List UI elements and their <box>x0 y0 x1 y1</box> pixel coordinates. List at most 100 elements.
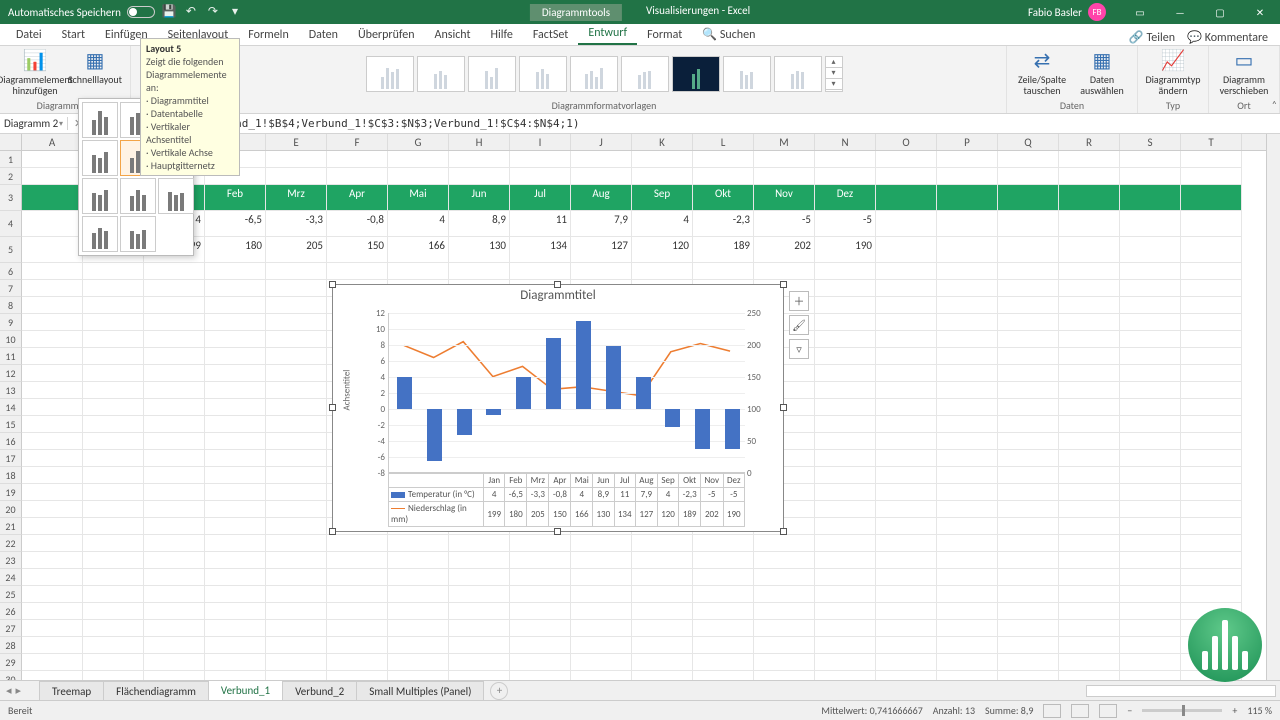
cell[interactable] <box>693 263 754 280</box>
cell[interactable]: Jul <box>510 185 571 211</box>
cell[interactable] <box>327 151 388 168</box>
cell[interactable] <box>1059 620 1120 637</box>
cell[interactable] <box>1059 151 1120 168</box>
cell[interactable] <box>571 637 632 654</box>
cell[interactable] <box>998 552 1059 569</box>
cell[interactable] <box>83 382 144 399</box>
cell[interactable] <box>876 637 937 654</box>
cell[interactable] <box>449 637 510 654</box>
tab-factset[interactable]: FactSet <box>523 24 578 45</box>
cell[interactable] <box>144 501 205 518</box>
bar[interactable] <box>665 409 680 427</box>
change-chart-type-button[interactable]: 📈Diagrammtyp ändern <box>1144 48 1202 99</box>
cell[interactable] <box>571 151 632 168</box>
horizontal-scrollbar[interactable] <box>1086 685 1276 697</box>
row-header[interactable]: 22 <box>0 535 22 552</box>
row-header[interactable]: 29 <box>0 654 22 671</box>
cell[interactable] <box>1120 348 1181 365</box>
tab-formeln[interactable]: Formeln <box>238 24 298 45</box>
cell[interactable] <box>144 552 205 569</box>
cell[interactable] <box>693 569 754 586</box>
cell[interactable] <box>998 467 1059 484</box>
add-chart-element-button[interactable]: 📊Diagrammelement hinzufügen <box>6 48 64 99</box>
cell[interactable] <box>22 569 83 586</box>
style-5[interactable] <box>570 56 618 92</box>
cell[interactable] <box>693 671 754 680</box>
cell[interactable] <box>388 654 449 671</box>
cell[interactable] <box>937 450 998 467</box>
cell[interactable]: 4 <box>388 211 449 237</box>
cell[interactable] <box>22 416 83 433</box>
cell[interactable] <box>327 603 388 620</box>
avatar[interactable]: FB <box>1088 3 1106 21</box>
row-header[interactable]: 2 <box>0 168 22 185</box>
qat-more-icon[interactable]: ▾ <box>227 4 243 20</box>
cell[interactable] <box>205 399 266 416</box>
cell[interactable] <box>22 586 83 603</box>
style-9[interactable] <box>774 56 822 92</box>
cell[interactable] <box>998 237 1059 263</box>
cell[interactable]: 166 <box>388 237 449 263</box>
cell[interactable] <box>205 569 266 586</box>
cell[interactable] <box>266 151 327 168</box>
autosave-toggle[interactable] <box>127 6 155 18</box>
row-header[interactable]: 1 <box>0 151 22 168</box>
cell[interactable] <box>937 654 998 671</box>
cell[interactable] <box>815 450 876 467</box>
cell[interactable]: Jun <box>449 185 510 211</box>
bar[interactable] <box>516 377 531 409</box>
cell[interactable] <box>1120 280 1181 297</box>
cell[interactable] <box>266 263 327 280</box>
sheet-nav-prev-icon[interactable]: ◂ <box>6 684 12 697</box>
cell[interactable] <box>632 637 693 654</box>
cell[interactable] <box>1181 484 1242 501</box>
bar[interactable] <box>695 409 710 449</box>
cell[interactable] <box>876 450 937 467</box>
cell[interactable] <box>876 433 937 450</box>
cell[interactable] <box>22 348 83 365</box>
cell[interactable] <box>22 552 83 569</box>
chart-filters-button[interactable]: ▿ <box>789 339 809 359</box>
row-header[interactable]: 23 <box>0 552 22 569</box>
cell[interactable] <box>937 620 998 637</box>
cell[interactable] <box>876 654 937 671</box>
cell[interactable] <box>937 518 998 535</box>
cell[interactable] <box>1120 620 1181 637</box>
cell[interactable] <box>998 314 1059 331</box>
cell[interactable] <box>510 586 571 603</box>
page-layout-view-button[interactable] <box>1071 704 1089 718</box>
cell[interactable] <box>327 535 388 552</box>
cell[interactable] <box>693 151 754 168</box>
tab-ansicht[interactable]: Ansicht <box>425 24 481 45</box>
cell[interactable]: 130 <box>449 237 510 263</box>
cell[interactable] <box>1120 467 1181 484</box>
cell[interactable] <box>1059 263 1120 280</box>
cell[interactable] <box>998 637 1059 654</box>
cell[interactable] <box>510 603 571 620</box>
col-header[interactable]: O <box>876 134 937 150</box>
cell[interactable] <box>876 280 937 297</box>
cell[interactable] <box>815 416 876 433</box>
cell[interactable] <box>937 671 998 680</box>
page-break-view-button[interactable] <box>1099 704 1117 718</box>
cell[interactable] <box>144 518 205 535</box>
cell[interactable] <box>327 620 388 637</box>
cell[interactable]: Apr <box>327 185 388 211</box>
cell[interactable] <box>266 331 327 348</box>
cell[interactable] <box>937 433 998 450</box>
cell[interactable] <box>1181 518 1242 535</box>
cell[interactable] <box>510 637 571 654</box>
zoom-level[interactable]: 115 % <box>1247 704 1272 717</box>
cell[interactable] <box>449 552 510 569</box>
cell[interactable] <box>998 654 1059 671</box>
cell[interactable] <box>1181 382 1242 399</box>
cell[interactable] <box>205 654 266 671</box>
cell[interactable] <box>1120 586 1181 603</box>
cell[interactable] <box>571 535 632 552</box>
vertical-scrollbar[interactable] <box>1266 134 1280 680</box>
cell[interactable] <box>266 433 327 450</box>
cell[interactable] <box>937 552 998 569</box>
cell[interactable] <box>937 603 998 620</box>
cell[interactable] <box>205 297 266 314</box>
cell[interactable] <box>1181 185 1242 211</box>
